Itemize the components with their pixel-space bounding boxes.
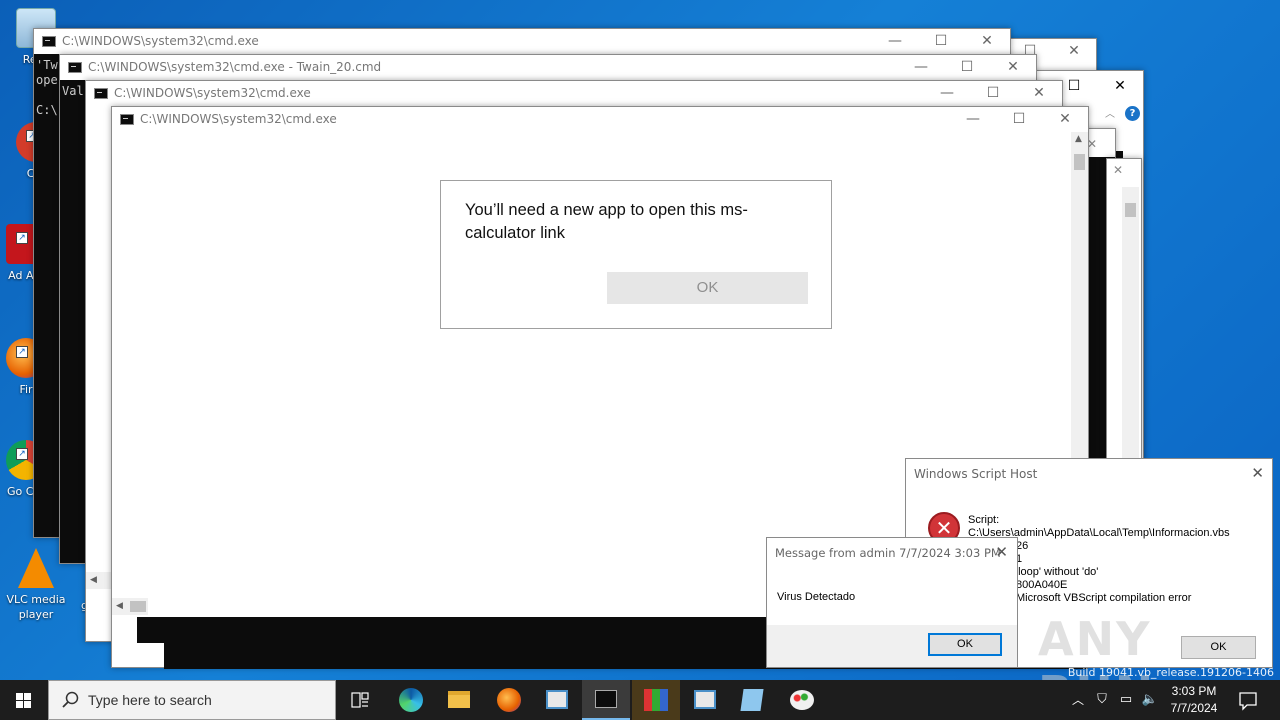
taskbar-app[interactable] bbox=[532, 680, 580, 720]
windows-logo-icon bbox=[16, 693, 31, 708]
window-title: C:\WINDOWS\system32\cmd.exe bbox=[140, 112, 337, 126]
chevron-up-icon[interactable]: ︿ bbox=[1068, 680, 1088, 720]
maximize-button[interactable]: ☐ bbox=[970, 81, 1016, 106]
title-bar[interactable]: C:\WINDOWS\system32\cmd.exe — ☐ ✕ bbox=[112, 107, 1088, 132]
edge-icon bbox=[399, 688, 423, 712]
search-icon bbox=[62, 691, 79, 708]
task-view-button[interactable] bbox=[336, 680, 384, 720]
shortcut-arrow-icon: ↗ bbox=[16, 448, 28, 460]
firefox-icon bbox=[497, 688, 521, 712]
open-with-app-dialog[interactable]: You’ll need a new app to open this ms-ca… bbox=[440, 180, 832, 329]
window-title: C:\WINDOWS\system32\cmd.exe bbox=[62, 34, 259, 48]
close-button[interactable]: ✕ bbox=[995, 543, 1008, 561]
window-app-icon bbox=[694, 690, 716, 709]
script-label: Script: bbox=[968, 514, 1000, 526]
vlc-cone-icon bbox=[18, 548, 54, 588]
title-bar[interactable]: C:\WINDOWS\system32\cmd.exe - Twain_20.c… bbox=[60, 55, 1036, 80]
minimize-button[interactable]: — bbox=[898, 55, 944, 80]
close-button[interactable]: ✕ bbox=[1016, 81, 1062, 106]
notifications-icon[interactable] bbox=[1236, 680, 1260, 720]
task-view-icon bbox=[351, 692, 369, 708]
start-button[interactable] bbox=[0, 680, 48, 720]
dialog-title: Message from admin 7/7/2024 3:03 PM bbox=[775, 546, 1001, 560]
window-title: C:\WINDOWS\system32\cmd.exe - Twain_20.c… bbox=[88, 60, 382, 74]
close-button[interactable]: ✕ bbox=[1042, 107, 1088, 132]
help-icon[interactable]: ? bbox=[1125, 106, 1140, 121]
network-icon[interactable]: ▭ bbox=[1116, 680, 1136, 720]
clock-time: 3:03 PM bbox=[1171, 684, 1217, 698]
scroll-left-icon[interactable]: ◀ bbox=[116, 601, 123, 611]
chevron-up-icon[interactable]: ︿ bbox=[1105, 105, 1115, 120]
defender-icon[interactable]: ⛉ bbox=[1092, 680, 1112, 720]
desktop-icon-label: VLC media player bbox=[6, 593, 66, 621]
shortcut-arrow-icon: ↗ bbox=[16, 232, 28, 244]
vertical-scrollbar[interactable] bbox=[1122, 187, 1139, 469]
scrollbar-thumb[interactable] bbox=[1074, 154, 1085, 170]
close-icon[interactable]: ✕ bbox=[1113, 163, 1123, 177]
window-app-icon bbox=[546, 690, 568, 709]
taskbar-app[interactable] bbox=[680, 680, 728, 720]
taskbar-installer[interactable] bbox=[632, 680, 680, 720]
paint-icon bbox=[790, 690, 814, 710]
volume-icon[interactable]: 🔈 bbox=[1140, 680, 1160, 720]
maximize-button[interactable]: ☐ bbox=[944, 55, 990, 80]
dialog-message: You’ll need a new app to open this ms-ca… bbox=[465, 201, 748, 242]
title-bar[interactable]: C:\WINDOWS\system32\cmd.exe — ☐ ✕ bbox=[34, 29, 1010, 54]
cmd-icon bbox=[595, 690, 617, 708]
taskbar-cmd[interactable] bbox=[582, 680, 630, 720]
close-button[interactable]: ✕ bbox=[1251, 464, 1264, 482]
message-from-admin-dialog[interactable]: Message from admin 7/7/2024 3:03 PM ✕ Vi… bbox=[766, 537, 1018, 668]
taskbar-edge[interactable] bbox=[386, 680, 434, 720]
close-icon[interactable]: ✕ bbox=[1097, 74, 1143, 99]
cmd-icon bbox=[120, 114, 134, 125]
dialog-footer: OK bbox=[767, 625, 1017, 667]
taskbar-file-explorer[interactable] bbox=[434, 680, 482, 720]
background-window[interactable]: ✕ bbox=[1106, 158, 1142, 469]
scrollbar-thumb[interactable] bbox=[1125, 203, 1136, 217]
minimize-button[interactable]: — bbox=[872, 29, 918, 54]
ok-button[interactable]: OK bbox=[607, 272, 808, 304]
cmd-icon bbox=[94, 88, 108, 99]
installer-icon bbox=[644, 689, 668, 711]
taskbar-paint[interactable] bbox=[778, 680, 826, 720]
horizontal-scrollbar[interactable]: ◀ bbox=[112, 598, 148, 615]
dialog-title: Windows Script Host bbox=[914, 467, 1038, 481]
close-icon[interactable]: ✕ bbox=[1051, 39, 1097, 64]
taskbar-firefox[interactable] bbox=[484, 680, 532, 720]
search-placeholder: Type here to search bbox=[88, 692, 212, 708]
maximize-button[interactable]: ☐ bbox=[996, 107, 1042, 132]
cmd-icon bbox=[68, 62, 82, 73]
title-bar[interactable]: C:\WINDOWS\system32\cmd.exe — ☐ ✕ bbox=[86, 81, 1062, 106]
scrollbar-thumb[interactable] bbox=[130, 601, 146, 612]
window-title: C:\WINDOWS\system32\cmd.exe bbox=[114, 86, 311, 100]
build-info: Build 19041.vb_release.191206-1406 bbox=[1067, 666, 1274, 679]
scroll-up-icon[interactable]: ▲ bbox=[1075, 134, 1082, 144]
clock-date: 7/7/2024 bbox=[1170, 701, 1218, 715]
close-button[interactable]: ✕ bbox=[964, 29, 1010, 54]
ok-button[interactable]: OK bbox=[928, 633, 1002, 656]
search-box[interactable]: Type here to search bbox=[48, 680, 336, 720]
maximize-button[interactable]: ☐ bbox=[918, 29, 964, 54]
close-button[interactable]: ✕ bbox=[990, 55, 1036, 80]
taskbar-notepad[interactable] bbox=[728, 680, 776, 720]
system-clock[interactable]: 3:03 PM 7/7/2024 bbox=[1162, 683, 1226, 717]
cmd-icon bbox=[42, 36, 56, 47]
minimize-button[interactable]: — bbox=[924, 81, 970, 106]
minimize-button[interactable]: — bbox=[950, 107, 996, 132]
taskbar: Type here to search ︿ ⛉ ▭ 🔈 3:03 PM 7/7/… bbox=[0, 680, 1280, 720]
notepad-icon bbox=[740, 689, 764, 711]
folder-icon bbox=[448, 691, 470, 708]
speech-bubble-icon bbox=[1239, 692, 1257, 711]
shortcut-arrow-icon: ↗ bbox=[16, 346, 28, 358]
scroll-left-icon[interactable]: ◀ bbox=[90, 575, 97, 585]
message-body: Virus Detectado bbox=[777, 591, 856, 603]
